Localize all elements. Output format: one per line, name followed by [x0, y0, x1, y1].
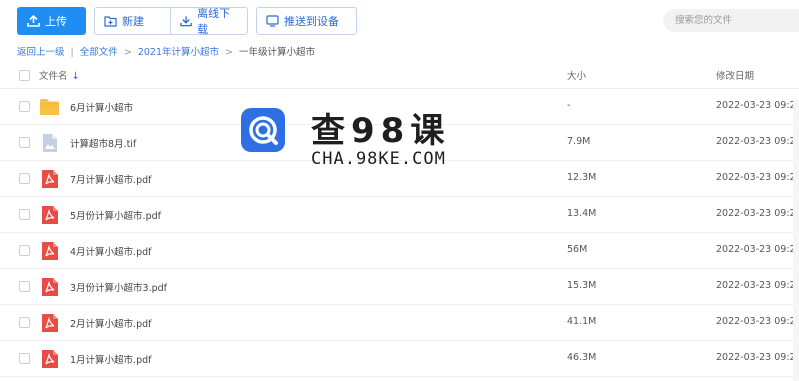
breadcrumb-current: 一年级计算小超市: [239, 47, 316, 58]
file-date: 2022-03-23 09:21: [716, 136, 799, 147]
file-size: 46.3M: [567, 352, 597, 363]
breadcrumb-separator: >: [123, 47, 132, 58]
file-list-header: 文件名 ↓ 大小 修改日期: [0, 61, 799, 89]
table-row[interactable]: 5月份计算小超市.pdf 13.4M 2022-03-23 09:21: [0, 197, 799, 233]
pdf-icon: [42, 206, 58, 224]
pdf-icon: [42, 242, 58, 260]
table-row[interactable]: 计算超市8月.tif 7.9M 2022-03-23 09:21: [0, 125, 799, 161]
breadcrumb-separator: >: [225, 47, 234, 58]
back-link[interactable]: 返回上一级: [17, 47, 65, 58]
file-name[interactable]: 4月计算小超市.pdf: [70, 244, 151, 258]
push-to-device-button[interactable]: 推送到设备: [256, 7, 357, 35]
file-date: 2022-03-23 09:21: [716, 244, 799, 255]
table-row[interactable]: 4月计算小超市.pdf 56M 2022-03-23 09:21: [0, 233, 799, 269]
table-row[interactable]: 3月份计算小超市3.pdf 15.3M 2022-03-23 09:21: [0, 269, 799, 305]
row-checkbox[interactable]: [19, 137, 30, 148]
file-date: 2022-03-23 09:21: [716, 172, 799, 183]
offline-download-label: 离线下载: [197, 7, 231, 36]
breadcrumb-divider: |: [70, 47, 74, 58]
file-date: 2022-03-23 09:21: [716, 316, 799, 327]
file-date: 2022-03-23 09:21: [716, 100, 799, 111]
pdf-icon: [42, 170, 58, 188]
breadcrumb-item-all-files[interactable]: 全部文件: [80, 47, 118, 58]
table-row[interactable]: 2月计算小超市.pdf 41.1M 2022-03-23 09:21: [0, 305, 799, 341]
table-row[interactable]: 1月计算小超市.pdf 46.3M 2022-03-23 09:21: [0, 341, 799, 377]
file-name[interactable]: 7月计算小超市.pdf: [70, 172, 151, 186]
file-name[interactable]: 5月份计算小超市.pdf: [70, 208, 161, 222]
pdf-icon: [42, 278, 58, 296]
breadcrumb-item-2021[interactable]: 2021年计算小超市: [138, 47, 219, 58]
file-size: 15.3M: [567, 280, 597, 291]
row-checkbox[interactable]: [19, 317, 30, 328]
row-checkbox[interactable]: [19, 353, 30, 364]
row-checkbox[interactable]: [19, 173, 30, 184]
column-modified-header[interactable]: 修改日期: [716, 68, 754, 82]
table-row[interactable]: 6月计算小超市 - 2022-03-23 09:21: [0, 89, 799, 125]
file-name[interactable]: 1月计算小超市.pdf: [70, 352, 151, 366]
scrollbar[interactable]: [793, 100, 799, 381]
file-date: 2022-03-23 09:21: [716, 208, 799, 219]
file-size: 13.4M: [567, 208, 597, 219]
file-list: 6月计算小超市 - 2022-03-23 09:21 计算超市8月.tif 7.…: [0, 89, 799, 377]
new-button-label: 新建: [122, 15, 144, 28]
sort-down-arrow-icon[interactable]: ↓: [72, 71, 80, 82]
push-to-device-label: 推送到设备: [284, 15, 339, 28]
file-name[interactable]: 2月计算小超市.pdf: [70, 316, 151, 330]
column-name-header[interactable]: 文件名 ↓: [39, 68, 80, 82]
folder-icon: [40, 99, 59, 115]
image-file-icon: [43, 134, 57, 152]
file-date: 2022-03-23 09:21: [716, 352, 799, 363]
new-button[interactable]: 新建: [94, 7, 177, 35]
search-input[interactable]: [663, 9, 799, 32]
column-size-header[interactable]: 大小: [567, 68, 586, 82]
table-row[interactable]: 7月计算小超市.pdf 12.3M 2022-03-23 09:21: [0, 161, 799, 197]
column-name-label: 文件名: [39, 71, 68, 82]
file-size: 12.3M: [567, 172, 597, 183]
download-icon: [180, 16, 192, 27]
upload-button-label: 上传: [45, 15, 67, 28]
row-checkbox[interactable]: [19, 245, 30, 256]
upload-button[interactable]: 上传: [17, 7, 86, 35]
file-date: 2022-03-23 09:21: [716, 280, 799, 291]
device-icon: [266, 15, 279, 27]
file-name[interactable]: 计算超市8月.tif: [70, 136, 136, 150]
file-size: 56M: [567, 244, 588, 255]
row-checkbox[interactable]: [19, 101, 30, 112]
row-checkbox[interactable]: [19, 209, 30, 220]
file-name[interactable]: 3月份计算小超市3.pdf: [70, 280, 167, 294]
breadcrumb: 返回上一级 | 全部文件 > 2021年计算小超市 > 一年级计算小超市: [17, 44, 315, 58]
new-folder-icon: [104, 16, 117, 27]
pdf-icon: [42, 314, 58, 332]
upload-icon: [27, 15, 40, 27]
file-size: -: [567, 100, 571, 111]
offline-download-button[interactable]: 离线下载: [170, 7, 248, 36]
select-all-checkbox[interactable]: [19, 70, 30, 81]
file-name[interactable]: 6月计算小超市: [70, 100, 133, 114]
file-size: 7.9M: [567, 136, 591, 147]
pdf-icon: [42, 350, 58, 368]
row-checkbox[interactable]: [19, 281, 30, 292]
file-size: 41.1M: [567, 316, 597, 327]
